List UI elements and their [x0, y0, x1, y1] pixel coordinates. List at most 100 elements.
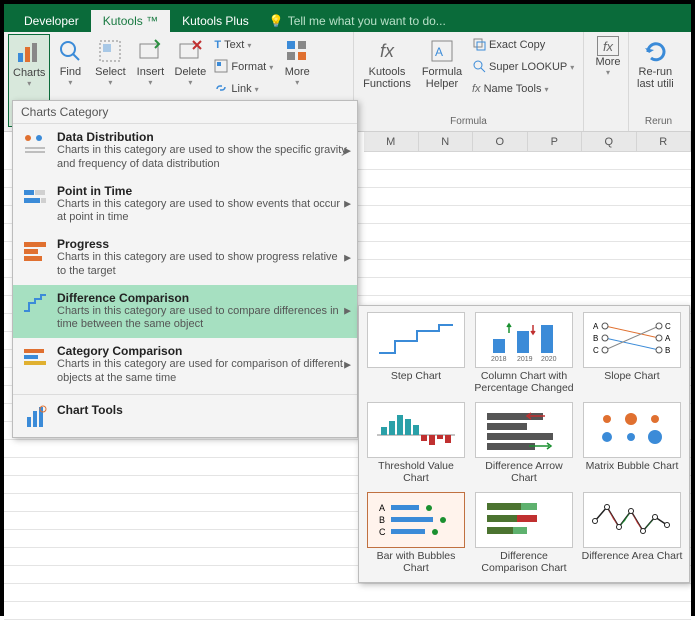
svg-text:B: B: [665, 346, 670, 355]
menu-item-progress[interactable]: Progress Charts in this category are use…: [13, 231, 357, 285]
link-icon: [214, 81, 228, 98]
gallery-caption: Column Chart with Percentage Changed: [473, 370, 575, 396]
submenu-arrow-icon: ▶: [344, 145, 351, 156]
menu-item-title: Chart Tools: [57, 403, 349, 417]
svg-text:2019: 2019: [517, 356, 533, 363]
gallery-tile-matrix-bubble-chart[interactable]: Matrix Bubble Chart: [581, 402, 683, 486]
formula-helper-icon: A: [427, 36, 457, 66]
chart-thumbnail: [367, 402, 465, 458]
column-header[interactable]: Q: [582, 132, 637, 152]
gallery-caption: Difference Arrow Chart: [473, 460, 575, 486]
charts-icon: [14, 37, 44, 67]
super-lookup-button[interactable]: Super LOOKUP▾: [468, 56, 578, 78]
gallery-tile-threshold-value-chart[interactable]: Threshold Value Chart: [365, 402, 467, 486]
gallery-tile-slope-chart[interactable]: ABCCABSlope Chart: [581, 312, 683, 396]
svg-text:C: C: [593, 346, 599, 355]
chart-thumbnail: 201820192020: [475, 312, 573, 368]
chart-thumbnail: [583, 402, 681, 458]
find-icon: [55, 36, 85, 66]
chart-thumbnail: ABC: [367, 492, 465, 548]
column-header[interactable]: O: [473, 132, 528, 152]
tell-me-search[interactable]: 💡 Tell me what you want to do...: [261, 10, 454, 32]
category-icon: [21, 403, 49, 431]
bulb-icon: 💡: [269, 14, 284, 28]
gallery-tile-bar-with-bubbles-chart[interactable]: ABCBar with Bubbles Chart: [365, 492, 467, 576]
column-header[interactable]: M: [364, 132, 419, 152]
category-icon: [21, 291, 49, 319]
svg-text:C: C: [665, 322, 671, 331]
grid-icon: [282, 36, 312, 66]
category-icon: [21, 130, 49, 158]
ribbon-tab-strip: Developer Kutools ™ Kutools Plus 💡 Tell …: [4, 4, 691, 32]
menu-item-title: Progress: [57, 237, 349, 251]
select-icon: [95, 36, 125, 66]
difference-comparison-gallery: Step Chart201820192020Column Chart with …: [358, 305, 690, 583]
submenu-arrow-icon: ▶: [344, 359, 351, 370]
menu-item-point-in-time[interactable]: Point in Time Charts in this category ar…: [13, 178, 357, 232]
column-header[interactable]: P: [528, 132, 583, 152]
svg-text:B: B: [593, 334, 598, 343]
chart-thumbnail: [583, 492, 681, 548]
text-button[interactable]: TText▾: [210, 34, 277, 56]
menu-item-title: Data Distribution: [57, 130, 349, 144]
gallery-tile-step-chart[interactable]: Step Chart: [365, 312, 467, 396]
gallery-caption: Difference Comparison Chart: [473, 550, 575, 576]
gallery-tile-difference-arrow-chart[interactable]: Difference Arrow Chart: [473, 402, 575, 486]
kutools-functions-button[interactable]: fx Kutools Functions: [358, 34, 416, 116]
fx-icon: fx: [372, 36, 402, 66]
gallery-caption: Difference Area Chart: [582, 550, 683, 576]
menu-item-desc: Charts in this category are used to show…: [57, 144, 349, 172]
svg-text:2018: 2018: [491, 356, 507, 363]
name-icon: fx: [472, 83, 481, 95]
gallery-tile-column-chart-with-percentage-changed[interactable]: 201820192020Column Chart with Percentage…: [473, 312, 575, 396]
text-icon: T: [214, 39, 221, 51]
chart-thumbnail: [367, 312, 465, 368]
svg-text:C: C: [379, 527, 386, 537]
menu-item-desc: Charts in this category are used for com…: [57, 358, 349, 386]
svg-text:A: A: [665, 334, 671, 343]
tab-kutools[interactable]: Kutools ™: [91, 10, 170, 32]
gallery-caption: Step Chart: [391, 370, 441, 396]
fx-box-icon: fx: [597, 36, 619, 56]
svg-text:A: A: [379, 503, 385, 513]
charts-category-menu: Charts Category Data Distribution Charts…: [12, 100, 358, 438]
lookup-icon: [472, 59, 486, 76]
insert-icon: [135, 36, 165, 66]
gallery-caption: Matrix Bubble Chart: [586, 460, 679, 486]
tab-kutools-plus[interactable]: Kutools Plus: [170, 10, 261, 32]
format-icon: [214, 59, 228, 76]
dropdown-icon: ▾: [27, 79, 31, 88]
menu-item-title: Category Comparison: [57, 344, 349, 358]
tab-developer[interactable]: Developer: [12, 10, 91, 32]
column-header[interactable]: N: [419, 132, 474, 152]
rerun-button[interactable]: Re-run last utili: [633, 34, 678, 116]
column-header[interactable]: R: [637, 132, 692, 152]
submenu-arrow-icon: ▶: [344, 199, 351, 210]
menu-item-desc: Charts in this category are used to show…: [57, 198, 349, 226]
formula-helper-button[interactable]: A Formula Helper: [416, 34, 468, 116]
gallery-tile-difference-area-chart[interactable]: Difference Area Chart: [581, 492, 683, 576]
chart-thumbnail: ABCCAB: [583, 312, 681, 368]
chart-thumbnail: [475, 492, 573, 548]
submenu-arrow-icon: ▶: [344, 306, 351, 317]
category-icon: [21, 344, 49, 372]
menu-item-difference-comparison[interactable]: Difference Comparison Charts in this cat…: [13, 285, 357, 339]
group-label-rerun: Rerun: [633, 116, 684, 129]
svg-text:A: A: [593, 322, 599, 331]
more-button-2[interactable]: fx More▾: [588, 34, 628, 127]
gallery-tile-difference-comparison-chart[interactable]: Difference Comparison Chart: [473, 492, 575, 576]
menu-item-category-comparison[interactable]: Category Comparison Charts in this categ…: [13, 338, 357, 392]
name-tools-button[interactable]: fxName Tools▾: [468, 78, 578, 100]
redo-icon: [640, 36, 670, 66]
menu-item-desc: Charts in this category are used to show…: [57, 251, 349, 279]
menu-item-title: Difference Comparison: [57, 291, 349, 305]
svg-text:B: B: [379, 515, 385, 525]
chart-thumbnail: [475, 402, 573, 458]
gallery-caption: Threshold Value Chart: [365, 460, 467, 486]
link-button[interactable]: Link▾: [210, 78, 277, 100]
submenu-arrow-icon: ▶: [344, 252, 351, 263]
exact-copy-button[interactable]: Exact Copy: [468, 34, 578, 56]
menu-item-chart-tools[interactable]: Chart Tools: [13, 397, 357, 437]
menu-item-data-distribution[interactable]: Data Distribution Charts in this categor…: [13, 124, 357, 178]
format-button[interactable]: Format▾: [210, 56, 277, 78]
